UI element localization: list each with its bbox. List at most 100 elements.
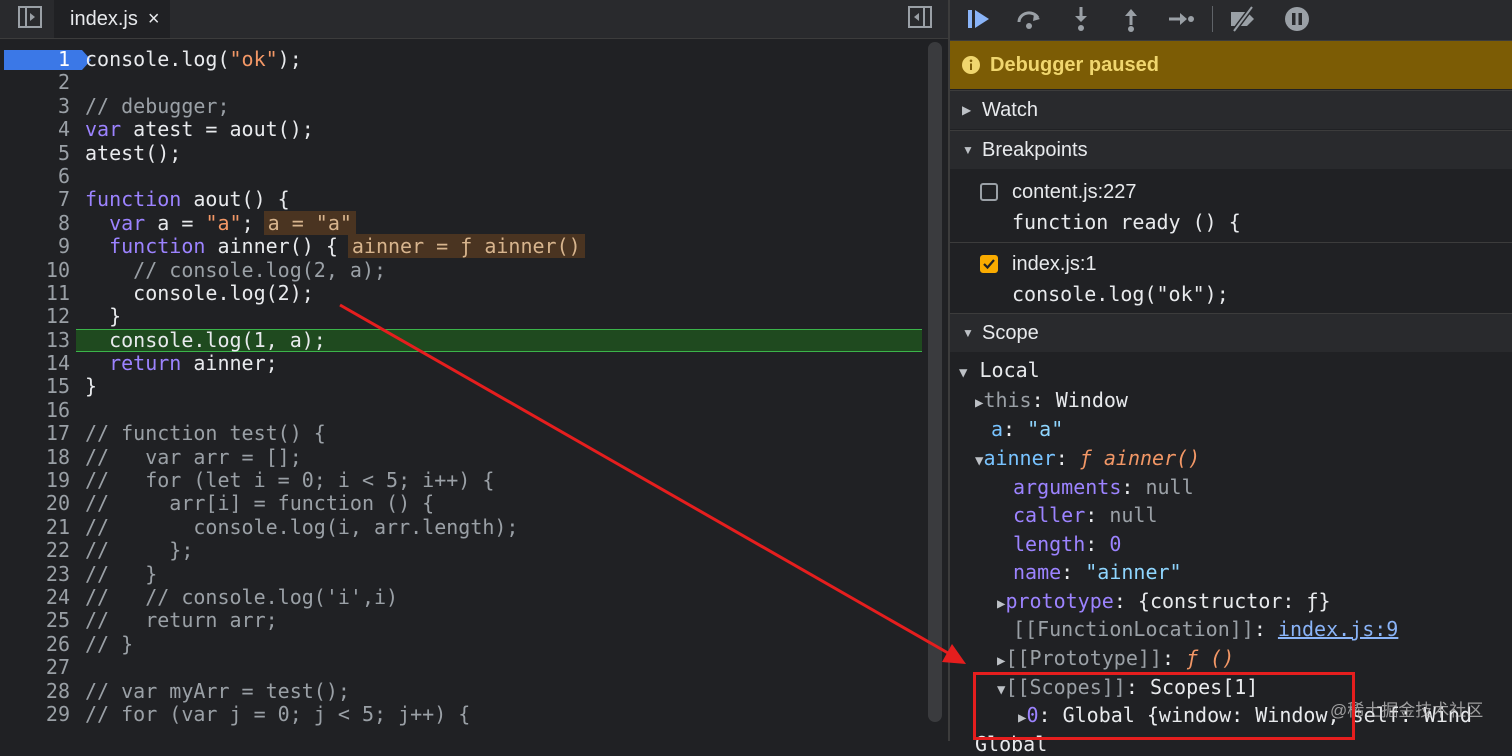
line-number[interactable]: 14: [0, 351, 70, 375]
code-line[interactable]: 28 // var myArr = test();: [0, 679, 922, 703]
line-number[interactable]: 25: [0, 608, 70, 632]
line-number[interactable]: 22: [0, 538, 70, 562]
code-line[interactable]: 12 }: [0, 304, 922, 328]
line-source: atest();: [85, 140, 182, 165]
breakpoints-label: Breakpoints: [982, 138, 1088, 161]
step-into-icon[interactable]: [1066, 4, 1096, 34]
code-line[interactable]: 15}: [0, 375, 922, 399]
code-line[interactable]: 1 console.log("ok");: [0, 47, 922, 71]
code-line[interactable]: 10 // console.log(2, a);: [0, 257, 922, 282]
line-number[interactable]: 15: [0, 375, 70, 399]
line-source: function ainner() {ainner = ƒ ainner(): [85, 234, 585, 259]
code-line[interactable]: 13 console.log(1, a);: [0, 328, 922, 353]
code-line[interactable]: 7 function aout() {: [0, 187, 922, 211]
line-number[interactable]: 13: [0, 328, 70, 352]
scope-pane-header[interactable]: ▼ Scope: [950, 313, 1512, 352]
code-line[interactable]: 20 // arr[i] = function () {: [0, 491, 922, 516]
code-line[interactable]: 4 var atest = aout();: [0, 117, 922, 141]
breakpoint-item[interactable]: index.js:1 console.log("ok");: [950, 243, 1512, 313]
scope-this[interactable]: ▶this: Window: [975, 388, 1128, 412]
prop-prototype[interactable]: ▶prototype: {constructor: ƒ}: [997, 589, 1331, 613]
scope-a[interactable]: a: "a": [991, 417, 1063, 441]
code-line[interactable]: 27: [0, 655, 922, 679]
breakpoints-pane-header[interactable]: ▼ Breakpoints: [950, 130, 1512, 169]
prop-caller[interactable]: caller: null: [1013, 503, 1158, 527]
line-number[interactable]: 8: [0, 211, 70, 235]
pause-on-exceptions-icon[interactable]: [1282, 4, 1312, 34]
line-number[interactable]: 19: [0, 468, 70, 492]
prop-length[interactable]: length: 0: [1013, 532, 1121, 556]
code-line[interactable]: 17 // function test() {: [0, 421, 922, 445]
line-number[interactable]: 28: [0, 679, 70, 703]
code-line[interactable]: 2: [0, 70, 922, 94]
line-number[interactable]: 4: [0, 117, 70, 141]
scope-ainner[interactable]: ▼ainner: ƒ ainner(): [975, 446, 1200, 470]
line-number[interactable]: 10: [0, 258, 70, 282]
prop-key: a: [991, 417, 1004, 441]
code-line[interactable]: 23 // }: [0, 562, 922, 586]
line-number[interactable]: 18: [0, 445, 70, 469]
tab-index-js[interactable]: index.js ×: [54, 0, 170, 38]
code-line[interactable]: 11 console.log(2);: [0, 280, 922, 305]
prop-value: 0: [1109, 532, 1122, 556]
prop-arguments[interactable]: arguments: null: [1013, 475, 1194, 499]
scope-local[interactable]: ▼ Local: [959, 358, 1040, 382]
code-line[interactable]: 9 function ainner() {ainner = ƒ ainner(): [0, 234, 922, 259]
code-line[interactable]: 29 // for (var j = 0; j < 5; j++) {: [0, 702, 922, 726]
code-line[interactable]: 5 atest();: [0, 140, 922, 165]
step-out-icon[interactable]: [1116, 4, 1146, 34]
line-number[interactable]: 17: [0, 421, 70, 445]
line-number[interactable]: 12: [0, 304, 70, 328]
code-line[interactable]: 14 return ainner;: [0, 351, 922, 375]
prop-name[interactable]: name: "ainner": [1013, 560, 1182, 584]
prop-prototype-internal[interactable]: ▶[[Prototype]]: ƒ (): [997, 646, 1234, 670]
breakpoint-item[interactable]: content.js:227 function ready () {: [950, 170, 1512, 242]
line-number[interactable]: 2: [0, 70, 70, 94]
line-source: console.log(2);: [85, 280, 314, 305]
close-icon[interactable]: ×: [148, 8, 160, 31]
prop-key: caller: [1013, 503, 1086, 527]
line-source: // console.log(2, a);: [85, 257, 387, 282]
code-line[interactable]: 6: [0, 164, 922, 188]
code-line[interactable]: 26 // }: [0, 632, 922, 656]
line-number[interactable]: 3: [0, 94, 70, 118]
code-line[interactable]: 24 // // console.log('i',i): [0, 585, 922, 609]
line-number[interactable]: 24: [0, 585, 70, 609]
line-number[interactable]: 11: [0, 281, 70, 305]
editor-scrollbar[interactable]: [928, 42, 942, 722]
line-number[interactable]: 29: [0, 702, 70, 726]
step-icon[interactable]: [1166, 4, 1196, 34]
line-number[interactable]: 27: [0, 655, 70, 679]
toggle-navigator-icon[interactable]: [18, 6, 42, 28]
line-number[interactable]: 26: [0, 632, 70, 656]
line-number[interactable]: 1: [0, 47, 70, 71]
code-line[interactable]: 25 // return arr;: [0, 608, 922, 632]
code-line[interactable]: 16: [0, 398, 922, 422]
deactivate-breakpoints-icon[interactable]: [1228, 4, 1258, 34]
breakpoint-checkbox-checked[interactable]: [980, 255, 998, 273]
line-number[interactable]: 9: [0, 234, 70, 258]
line-number[interactable]: 6: [0, 164, 70, 188]
code-line[interactable]: 8 var a = "a"; a = "a": [0, 210, 922, 235]
toggle-debugger-sidebar-icon[interactable]: [908, 6, 932, 28]
code-line[interactable]: 19 // for (let i = 0; i < 5; i++) {: [0, 468, 922, 492]
line-number[interactable]: 23: [0, 562, 70, 586]
code-line[interactable]: 3 // debugger;: [0, 94, 922, 118]
step-over-icon[interactable]: [1014, 4, 1044, 34]
code-line[interactable]: 18 // var arr = [];: [0, 445, 922, 469]
line-number[interactable]: 21: [0, 515, 70, 539]
code-lines[interactable]: 1 console.log("ok"); 2 3 // debugger; 4 var at…: [0, 47, 922, 726]
caret-down-icon: ▼: [962, 326, 974, 340]
breakpoint-checkbox[interactable]: [980, 183, 998, 201]
code-line[interactable]: 22 // };: [0, 538, 922, 562]
code-line[interactable]: 21 // console.log(i, arr.length);: [0, 515, 922, 539]
prop-function-location[interactable]: [[FunctionLocation]]: index.js:9: [1013, 617, 1398, 641]
watch-pane-header[interactable]: ▶ Watch: [950, 90, 1512, 129]
line-source: // arr[i] = function () {: [85, 491, 435, 516]
line-number[interactable]: 16: [0, 398, 70, 422]
line-number[interactable]: 5: [0, 141, 70, 165]
resume-icon[interactable]: [964, 4, 994, 34]
line-number[interactable]: 7: [0, 187, 70, 211]
line-number[interactable]: 20: [0, 492, 70, 516]
source-link[interactable]: index.js:9: [1278, 617, 1398, 641]
